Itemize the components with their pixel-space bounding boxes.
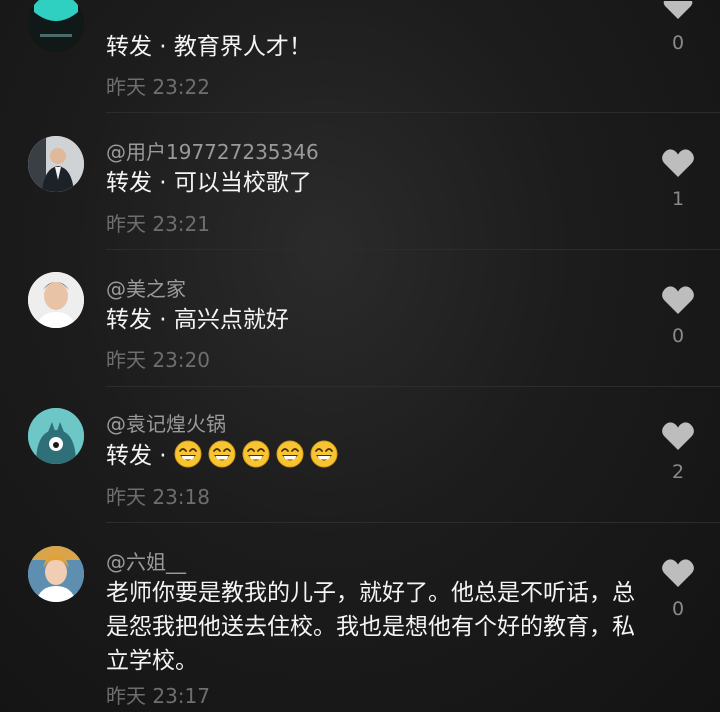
grinning-emoji — [174, 440, 202, 468]
avatar[interactable] — [28, 0, 84, 52]
comment-text: 转发 · 可以当校歌了 — [106, 170, 312, 196]
comment-text: 转发 · — [106, 439, 646, 473]
heart-icon — [662, 286, 694, 314]
comment-time: 昨天 23:18 — [106, 485, 210, 509]
like-count: 0 — [671, 325, 685, 347]
man-in-suit-avatar-icon — [28, 136, 84, 192]
man-portrait-avatar-icon — [28, 272, 84, 328]
like-button[interactable]: 0 — [656, 285, 700, 347]
like-button[interactable]: 1 — [656, 148, 700, 210]
like-button[interactable]: 0 — [656, 0, 700, 54]
teal-monster-avatar-icon — [28, 408, 84, 464]
grinning-emoji — [242, 440, 270, 468]
like-count: 2 — [671, 461, 685, 483]
comment-author[interactable]: @美之家 — [106, 273, 186, 302]
heart-icon — [662, 149, 694, 177]
grinning-emoji — [310, 440, 338, 468]
avatar[interactable] — [28, 136, 84, 192]
like-count: 0 — [671, 32, 685, 54]
heart-icon — [662, 559, 694, 587]
divider — [106, 112, 720, 113]
comment-author[interactable]: @袁记煌火锅 — [106, 408, 226, 437]
like-count: 1 — [671, 188, 685, 210]
woman-portrait-avatar-icon — [28, 546, 84, 602]
heart-icon — [663, 1, 693, 19]
comment-text-prefix: 转发 · — [106, 443, 174, 469]
like-count: 0 — [671, 598, 685, 620]
heart-icon — [662, 422, 694, 450]
emoji-row — [174, 440, 344, 469]
teal-logo-avatar-icon — [28, 0, 84, 52]
comment-text: 转发 · 高兴点就好 — [106, 307, 289, 333]
divider — [106, 386, 720, 387]
comment-author[interactable]: @六姐__ — [106, 546, 186, 575]
divider — [106, 249, 720, 250]
comment-text: 老师你要是教我的儿子，就好了。他总是不听话，总是怨我把他送去住校。我也是想他有个… — [106, 580, 635, 674]
avatar[interactable] — [28, 546, 84, 602]
like-button[interactable]: 2 — [656, 421, 700, 483]
divider — [106, 522, 720, 523]
comment-time: 昨天 23:17 — [106, 684, 210, 708]
comment-time: 昨天 23:20 — [106, 348, 210, 372]
avatar[interactable] — [28, 272, 84, 328]
grinning-emoji — [208, 440, 236, 468]
comment-text: 转发 · 教育界人才！ — [106, 34, 312, 60]
comment-author[interactable]: @用户197727235346 — [106, 136, 319, 165]
like-button[interactable]: 0 — [656, 558, 700, 620]
avatar[interactable] — [28, 408, 84, 464]
comment-time: 昨天 23:22 — [106, 75, 210, 99]
comment-time: 昨天 23:21 — [106, 212, 210, 236]
grinning-emoji — [276, 440, 304, 468]
